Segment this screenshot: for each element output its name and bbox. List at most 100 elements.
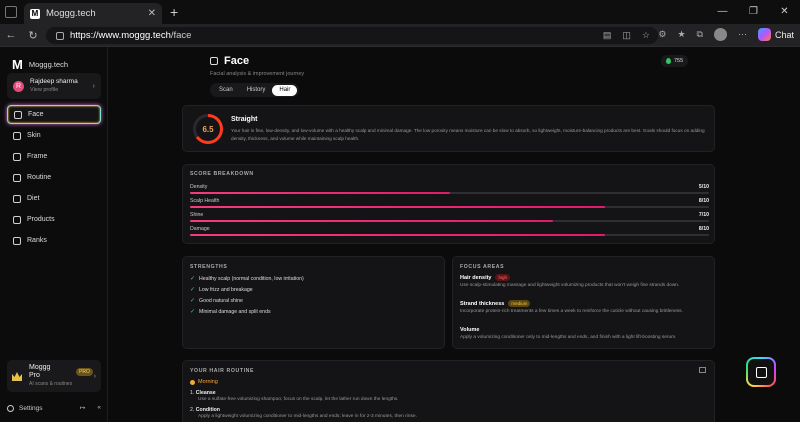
copilot-chat-button[interactable]: Chat [757,28,794,41]
collapse-sidebar-icon[interactable]: « [97,404,101,412]
browser-tab[interactable]: M Moggg.tech ✕ [24,3,162,24]
sidebar-item-ranks[interactable]: Ranks [7,231,101,250]
profile-name: Rajdeep sharma View profile [30,77,78,95]
hair-summary-card: 6.5 Straight Your hair is fine, low-dens… [182,105,715,152]
score-value: 5/10 [698,184,709,190]
sidebar-item-frame[interactable]: Frame [7,147,101,166]
score-bar: Density 5/10 [190,184,709,194]
app-logo[interactable]: M Moggg.tech [12,57,68,72]
routine-step: 1. Cleanse Use a sulfate-free volumizing … [190,390,399,402]
tab-hair[interactable]: Hair [272,84,298,96]
site-info-icon[interactable] [56,31,64,40]
score-fill [190,206,606,208]
avatar: R [13,80,24,92]
sidebar-item-label: Routine [27,174,52,181]
immersive-reader-icon[interactable]: ◫ [622,30,631,41]
section-title: STRENGTHS [190,264,228,270]
tab-actions-icon[interactable] [5,6,17,18]
score-bar: Scalp Health 8/10 [190,198,709,208]
strength-text: Healthy scalp (normal condition, low irr… [199,275,304,282]
pro-title: Moggg Pro AI scans & routines [29,364,72,388]
strength-item: ✓ Low frizz and breakage [190,286,253,294]
back-icon[interactable]: ← [0,29,22,41]
drop-icon [666,58,671,64]
priority-badge: high [495,274,510,281]
logo-mark: M [12,57,23,72]
close-tab-icon[interactable]: ✕ [148,8,156,19]
copilot-icon [757,28,771,41]
sidebar-item-products[interactable]: Products [7,210,101,229]
step-desc: Use a sulfate-free volumizing shampoo; f… [198,397,399,402]
step-number: 1. [190,390,195,396]
close-window-icon[interactable]: ✕ [769,0,800,24]
window-controls: — ❐ ✕ [707,0,800,24]
check-icon: ✓ [190,298,196,304]
routine-period: Morning [190,379,218,385]
browser-profile-avatar[interactable] [713,28,727,41]
view-tabs: Scan History Hair [210,83,300,97]
score-label: Damage [190,226,210,232]
logout-icon[interactable]: ↦ [80,404,85,412]
page-title-text: Face [224,55,250,67]
url-host: https://www.moggg.tech [70,30,171,41]
sidebar-nav: Face Skin Frame Routine Diet Products Ra… [7,105,101,252]
extensions-icon[interactable]: ⚙ [658,29,666,40]
page-subtitle: Facial analysis & improvement journey [210,71,305,77]
focus-desc: Incorporate protein-rich treatments a fe… [460,309,683,314]
step-title: Condition [195,407,220,413]
sidebar-item-label: Diet [27,195,40,202]
url-path: /face [170,30,192,41]
tab-scan[interactable]: Scan [212,85,240,96]
profile-card[interactable]: R Rajdeep sharma View profile › [7,73,101,99]
reload-icon[interactable]: ↻ [22,29,44,42]
sun-icon [190,379,195,385]
routine-period-label: Morning [198,379,218,385]
pro-upgrade-card[interactable]: Moggg Pro AI scans & routines PRO › [7,360,101,392]
score-fill [190,192,450,194]
check-icon: ✓ [190,287,196,293]
minimize-icon[interactable]: — [707,0,738,24]
score-value: 8/10 [698,198,709,204]
scan-fab-button[interactable] [746,357,776,387]
sidebar-item-routine[interactable]: Routine [7,168,101,187]
sidebar-item-diet[interactable]: Diet [7,189,101,208]
section-title: SCORE BREAKDOWN [190,171,254,177]
gear-icon[interactable] [7,404,14,412]
routine-icon [13,173,21,182]
logo-text: Moggg.tech [28,60,69,69]
sidebar-item-face[interactable]: Face [7,105,101,124]
pro-badge: PRO [76,368,93,376]
chevron-right-icon: › [93,372,96,380]
scan-icon [755,366,767,378]
score-value: 7/10 [698,212,709,218]
hair-type-heading: Straight [231,116,258,123]
score-breakdown-card: SCORE BREAKDOWN Density 5/10 Scalp Health… [182,164,715,244]
ranks-icon [13,236,21,245]
restore-icon[interactable]: ❐ [738,0,769,24]
favorites-icon[interactable]: ★ [677,29,685,40]
sidebar-item-skin[interactable]: Skin [7,126,101,145]
strength-text: Minimal damage and split ends [199,308,271,315]
tab-history[interactable]: History [240,85,273,96]
score-label: Density [190,184,208,190]
profile-name-text: Rajdeep sharma [30,78,78,85]
browser-tab-bar: M Moggg.tech ✕ + — ❐ ✕ [0,0,800,24]
book-icon[interactable] [699,367,706,373]
step-number: 2. [190,407,195,413]
score-fill [190,220,554,222]
reader-icon[interactable]: ▤ [603,30,612,41]
strength-item: ✓ Healthy scalp (normal condition, low ir… [190,275,304,283]
priority-badge: medium [508,300,531,307]
more-icon[interactable]: ⋯ [738,29,747,40]
favorite-star-icon[interactable]: ☆ [642,30,650,41]
settings-link[interactable]: Settings [19,405,43,412]
check-icon: ✓ [190,276,196,282]
sidebar-item-label: Face [28,111,44,118]
frame-icon [13,152,21,161]
diet-icon [13,194,21,203]
new-tab-icon[interactable]: + [170,4,178,20]
collections-icon[interactable]: ⧉ [697,29,703,40]
pro-title-2: Pro [29,372,40,379]
url-input[interactable]: https://www.moggg.tech/face ▤ ◫ ☆ [46,27,658,44]
token-balance[interactable]: 755 [661,55,689,67]
